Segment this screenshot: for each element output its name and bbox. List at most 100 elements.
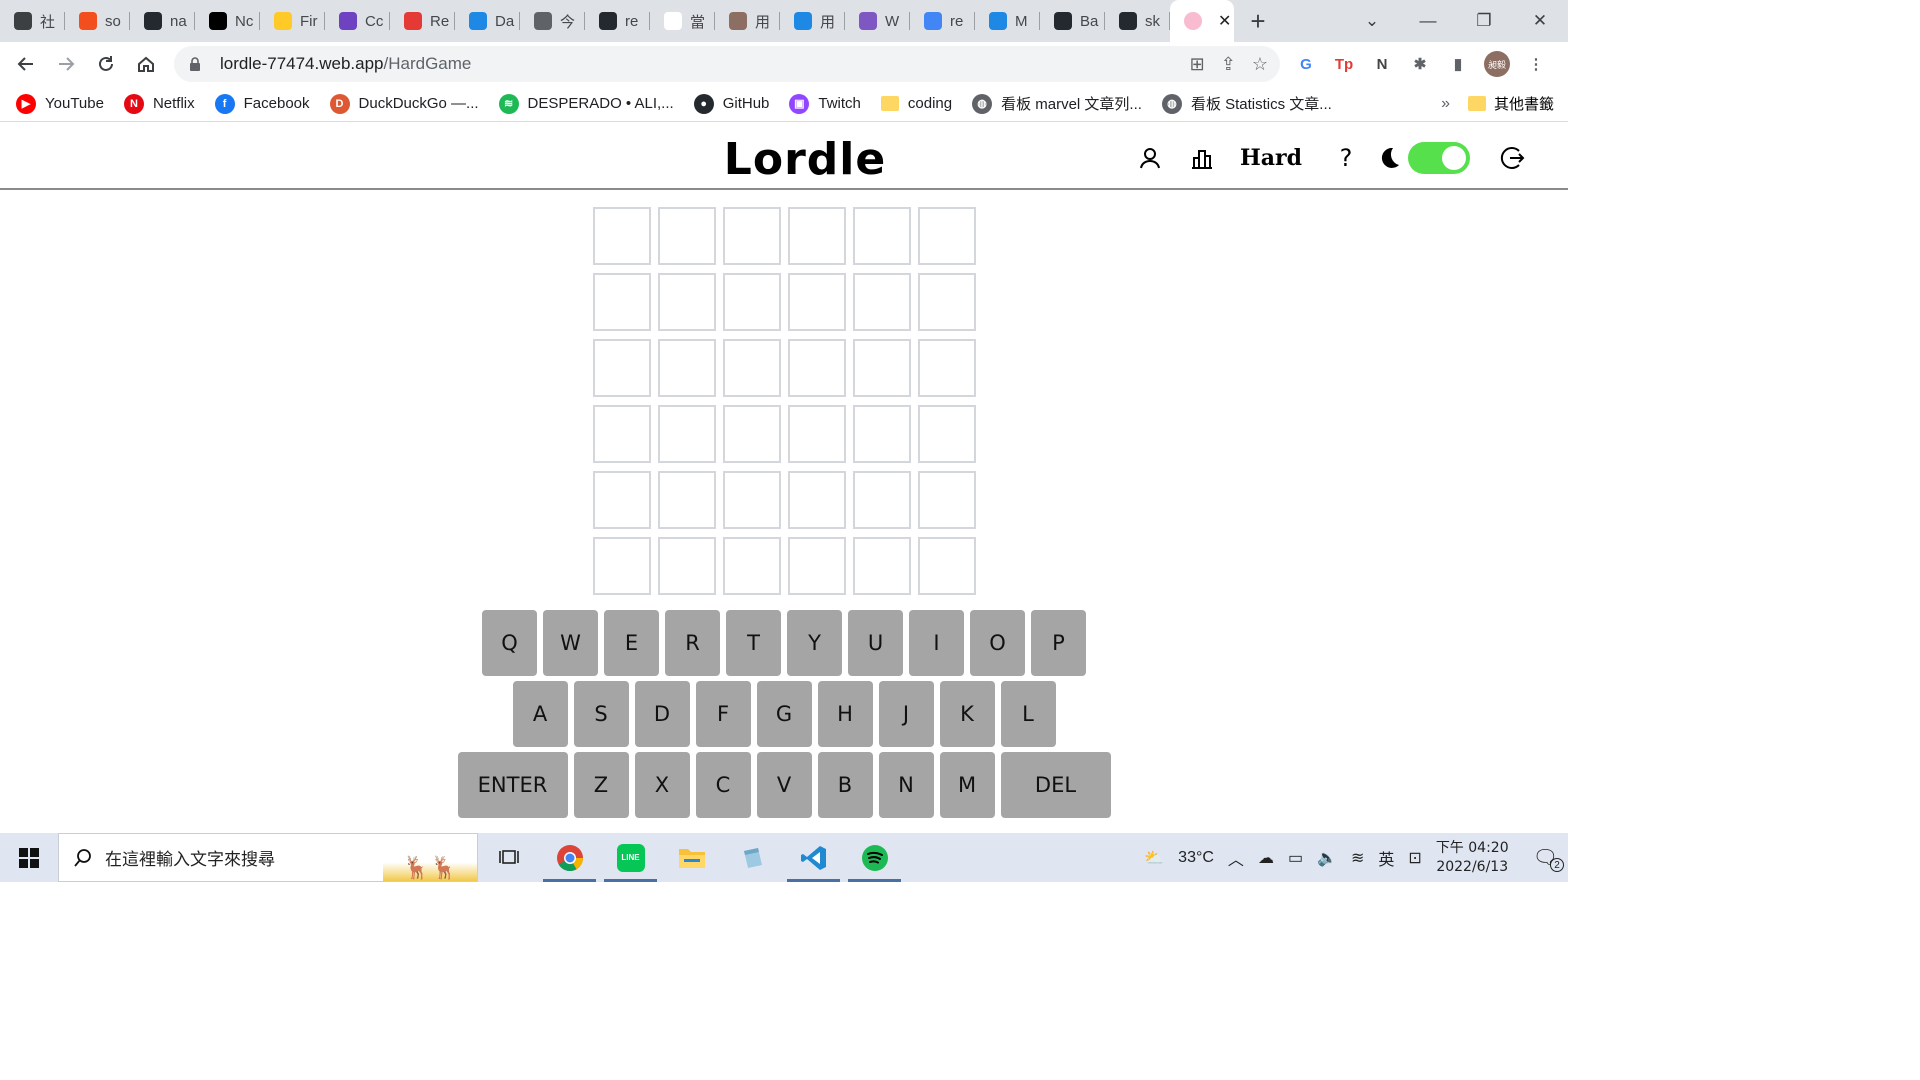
bookmark-item[interactable]: ● GitHub	[693, 93, 769, 114]
new-tab-button[interactable]: +	[1234, 0, 1282, 42]
browser-tab[interactable]: M	[975, 0, 1040, 42]
browser-tab[interactable]: 用	[780, 0, 845, 42]
key-v[interactable]: V	[756, 752, 812, 818]
bookmark-item[interactable]: ◍ 看板 marvel 文章列...	[972, 93, 1142, 114]
logout-button[interactable]	[1492, 138, 1532, 178]
translate-icon[interactable]: ⊞	[1190, 54, 1205, 75]
user-button[interactable]	[1130, 138, 1170, 178]
browser-tab[interactable]: 社	[0, 0, 65, 42]
key-g[interactable]: G	[756, 681, 812, 747]
key-n[interactable]: N	[878, 752, 934, 818]
share-icon[interactable]: ⇪	[1221, 54, 1236, 75]
key-x[interactable]: X	[634, 752, 690, 818]
key-s[interactable]: S	[573, 681, 629, 747]
vscode-taskbar-app[interactable]	[783, 833, 844, 882]
tab-search-icon[interactable]: ⌄	[1344, 11, 1400, 31]
bookmark-item[interactable]: ▶ YouTube	[16, 93, 104, 114]
key-b[interactable]: B	[817, 752, 873, 818]
key-j[interactable]: J	[878, 681, 934, 747]
bookmarks-overflow-button[interactable]: »	[1441, 95, 1450, 113]
browser-tab[interactable]: W	[845, 0, 910, 42]
browser-tab[interactable]: re	[585, 0, 650, 42]
address-bar[interactable]: lordle-77474.web.app/HardGame ⊞ ⇪ ☆	[174, 46, 1280, 82]
home-button[interactable]	[126, 44, 166, 84]
close-window-icon[interactable]: ✕	[1512, 11, 1568, 31]
sidebar-icon[interactable]: ▮	[1446, 52, 1470, 76]
ime-mode-icon[interactable]: ⊡	[1408, 848, 1421, 868]
close-icon[interactable]: ✕	[1218, 11, 1231, 31]
weather-icon[interactable]: ⛅	[1144, 848, 1164, 868]
browser-tab[interactable]: sk	[1105, 0, 1170, 42]
active-tab[interactable]: ✕	[1170, 0, 1234, 42]
key-p[interactable]: P	[1031, 610, 1086, 676]
key-c[interactable]: C	[695, 752, 751, 818]
clock[interactable]: 下午 04:20 2022/6/13	[1436, 839, 1509, 877]
taskbar-search[interactable]: 在這裡輸入文字來搜尋 🦌🦌	[58, 833, 478, 882]
other-bookmarks[interactable]: 其他書籤	[1467, 93, 1554, 114]
tp-extension-icon[interactable]: Tp	[1332, 52, 1356, 76]
task-view-button[interactable]	[478, 833, 539, 882]
weather-temp[interactable]: 33°C	[1178, 849, 1214, 867]
forward-button[interactable]	[46, 44, 86, 84]
chrome-taskbar-app[interactable]	[539, 833, 600, 882]
key-i[interactable]: I	[909, 610, 964, 676]
file-explorer-taskbar-app[interactable]	[661, 833, 722, 882]
start-button[interactable]	[0, 833, 58, 882]
key-q[interactable]: Q	[482, 610, 537, 676]
bookmark-item[interactable]: coding	[880, 93, 952, 114]
notepad-taskbar-app[interactable]	[722, 833, 783, 882]
key-t[interactable]: T	[726, 610, 781, 676]
key-f[interactable]: F	[695, 681, 751, 747]
back-button[interactable]	[6, 44, 46, 84]
browser-tab[interactable]: na	[130, 0, 195, 42]
bookmark-item[interactable]: ▣ Twitch	[789, 93, 861, 114]
browser-tab[interactable]: Fir	[260, 0, 325, 42]
key-k[interactable]: K	[939, 681, 995, 747]
browser-tab[interactable]: Da	[455, 0, 520, 42]
menu-icon[interactable]: ⋮	[1524, 52, 1548, 76]
browser-tab[interactable]: 今	[520, 0, 585, 42]
help-button[interactable]: ?	[1326, 138, 1366, 178]
key-z[interactable]: Z	[573, 752, 629, 818]
browser-tab[interactable]: 當	[650, 0, 715, 42]
key-del[interactable]: DEL	[1000, 752, 1111, 818]
key-e[interactable]: E	[604, 610, 659, 676]
key-r[interactable]: R	[665, 610, 720, 676]
browser-tab[interactable]: Cc	[325, 0, 390, 42]
key-enter[interactable]: ENTER	[457, 752, 568, 818]
browser-tab[interactable]: Ba	[1040, 0, 1105, 42]
browser-tab[interactable]: Nc	[195, 0, 260, 42]
bookmark-item[interactable]: ◍ 看板 Statistics 文章...	[1161, 93, 1332, 114]
bookmark-item[interactable]: f Facebook	[214, 93, 310, 114]
bookmark-item[interactable]: D DuckDuckGo —...	[329, 93, 479, 114]
minimize-icon[interactable]: —	[1400, 11, 1456, 31]
dark-mode-toggle[interactable]	[1408, 142, 1470, 174]
key-a[interactable]: A	[512, 681, 568, 747]
puzzle-icon[interactable]: ✱	[1408, 52, 1432, 76]
browser-tab[interactable]: so	[65, 0, 130, 42]
key-o[interactable]: O	[970, 610, 1025, 676]
key-d[interactable]: D	[634, 681, 690, 747]
star-icon[interactable]: ☆	[1252, 54, 1268, 75]
key-l[interactable]: L	[1000, 681, 1056, 747]
mode-label[interactable]: Hard	[1240, 145, 1302, 171]
cloud-icon[interactable]: ☁	[1258, 848, 1274, 868]
google-translate-icon[interactable]: G	[1294, 52, 1318, 76]
bookmark-item[interactable]: N Netflix	[123, 93, 195, 114]
browser-tab[interactable]: 用	[715, 0, 780, 42]
key-y[interactable]: Y	[787, 610, 842, 676]
ime-indicator[interactable]: 英	[1378, 846, 1394, 870]
stats-button[interactable]	[1182, 138, 1222, 178]
chevron-up-icon[interactable]: ︿	[1228, 846, 1244, 870]
profile-avatar[interactable]: 昶毅	[1484, 51, 1510, 77]
key-w[interactable]: W	[543, 610, 598, 676]
bookmark-item[interactable]: ≋ DESPERADO • ALI,...	[498, 93, 674, 114]
volume-icon[interactable]: 🔈	[1317, 848, 1337, 868]
key-h[interactable]: H	[817, 681, 873, 747]
browser-tab[interactable]: Re	[390, 0, 455, 42]
line-taskbar-app[interactable]: LINE	[600, 833, 661, 882]
wifi-icon[interactable]: ≋	[1351, 848, 1364, 868]
restore-icon[interactable]: ❐	[1456, 11, 1512, 31]
battery-icon[interactable]: ▭	[1288, 848, 1303, 868]
browser-tab[interactable]: re	[910, 0, 975, 42]
